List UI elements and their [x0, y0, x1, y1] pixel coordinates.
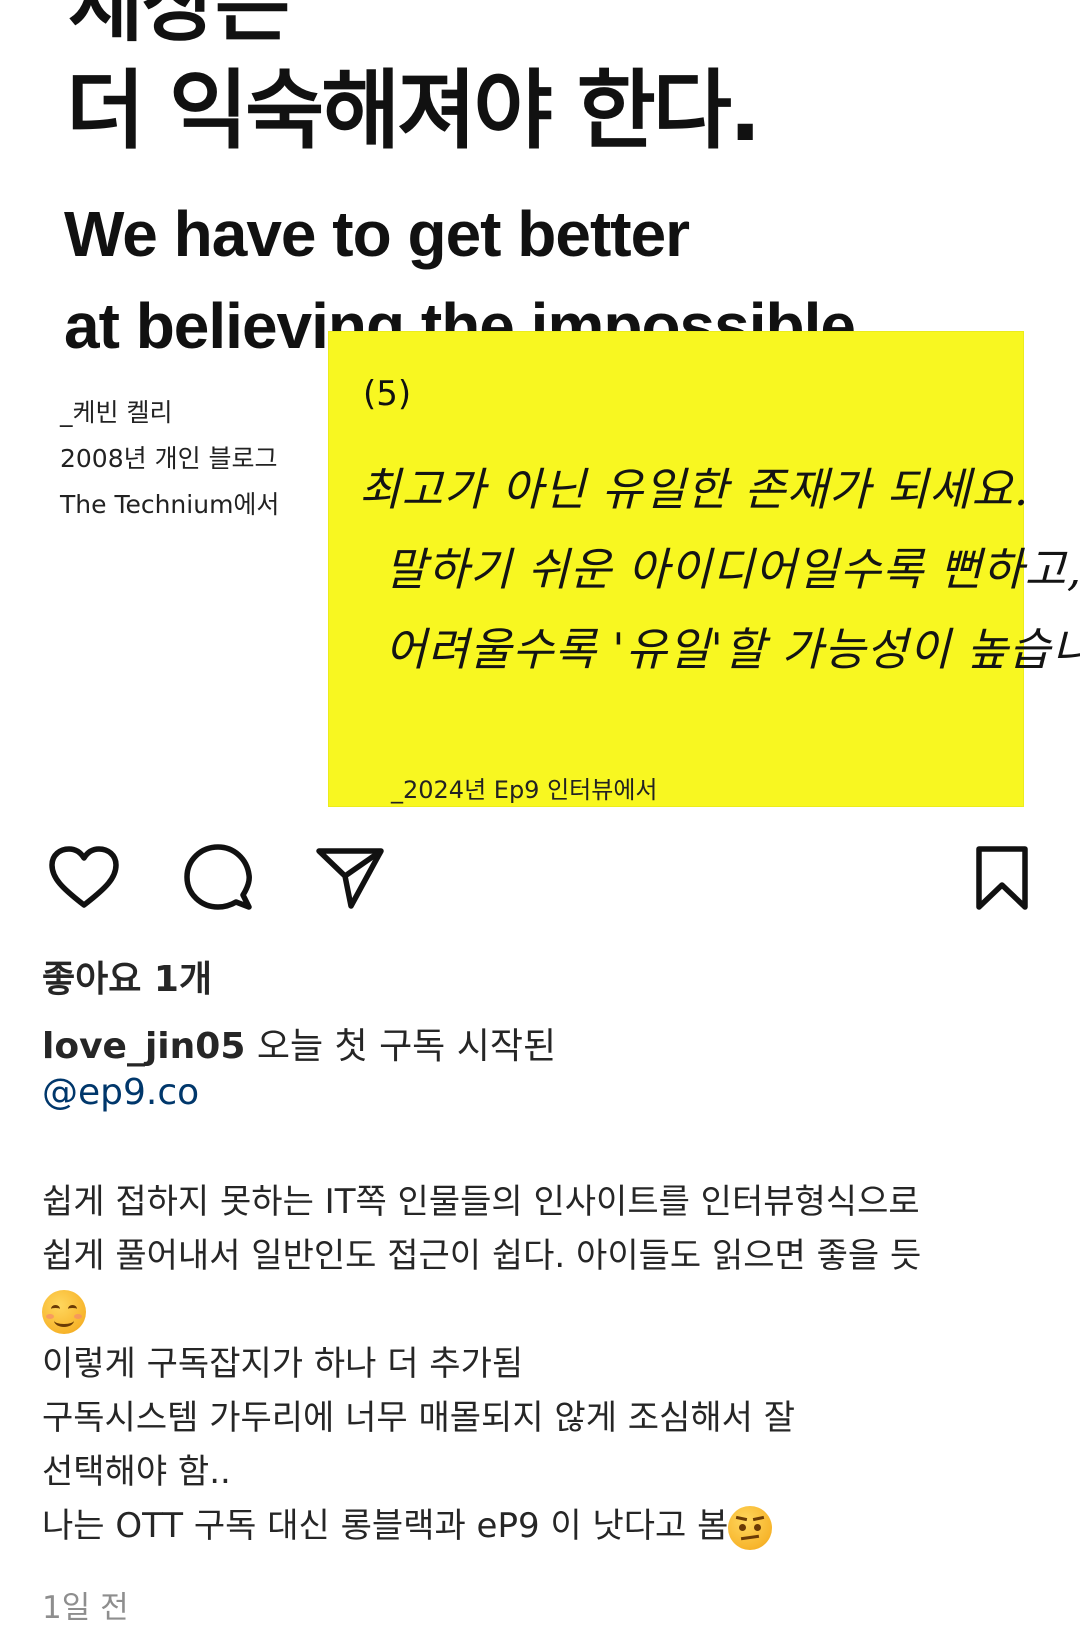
- sticky-note: (5) 최고가 아닌 유일한 존재가 되세요. 말하기 쉬운 아이디어일수록 뻔…: [329, 332, 1080, 806]
- bookmark-icon: [976, 846, 1028, 910]
- caption-mention-link[interactable]: @ep9.co: [42, 1072, 199, 1113]
- paper-plane-icon: [316, 848, 384, 909]
- caption-line-3: [42, 1283, 1052, 1337]
- caption-line-7-text: 나는 OTT 구독 대신 롱블랙과 eP9 이 낫다고 봄: [42, 1506, 729, 1546]
- credit-year: 2008년 개인 블로그: [60, 444, 278, 473]
- save-button[interactable]: [962, 838, 1042, 918]
- credit-author: _케빈 켈리: [60, 398, 173, 427]
- post-timestamp: 1일 전: [42, 1590, 129, 1626]
- caption-line-7: 나는 OTT 구독 대신 롱블랙과 eP9 이 낫다고 봄: [42, 1499, 1052, 1553]
- comment-button[interactable]: [178, 838, 258, 918]
- likes-count[interactable]: 좋아요 1개: [42, 950, 212, 1002]
- caption-title: 오늘 첫 구독 시작된: [245, 1026, 557, 1067]
- note-line-1: 최고가 아닌 유일한 존재가 되세요.: [359, 463, 1030, 516]
- headline-english-line-1: We have to get better: [64, 198, 690, 270]
- comment-bubble-icon: [184, 844, 252, 910]
- smiling-face-emoji-icon: [42, 1289, 86, 1334]
- caption-header: love_jin05 오늘 첫 구독 시작된: [42, 1017, 556, 1069]
- share-button[interactable]: [310, 838, 390, 918]
- caption-line-6: 선택해야 함..: [42, 1452, 231, 1492]
- caption-body: 쉽게 접하지 못하는 IT쪽 인물들의 인사이트를 인터뷰형식으로 쉽게 풀어내…: [42, 1175, 1052, 1553]
- heart-icon: [49, 846, 119, 908]
- credit-source: The Technium에서: [60, 490, 280, 519]
- note-line-2: 말하기 쉬운 아이디어일수록 뻔하고,: [385, 543, 1080, 596]
- caption-line-4: 이렇게 구독잡지가 하나 더 추가됨: [42, 1344, 524, 1384]
- caption-username[interactable]: love_jin05: [42, 1026, 245, 1067]
- headline-korean: 더 익숙해져야 한다.: [66, 61, 762, 161]
- quote-credit: _케빈 켈리 2008년 개인 블로그 The Technium에서: [60, 390, 279, 528]
- note-source: _2024년 Ep9 인터뷰에서: [391, 776, 658, 804]
- post-image[interactable]: 세상은 더 익숙해져야 한다. We have to get better at…: [0, 0, 1080, 830]
- note-number: (5): [363, 374, 412, 414]
- like-button[interactable]: [44, 838, 124, 918]
- caption-line-2: 쉽게 풀어내서 일반인도 접근이 쉽다. 아이들도 읽으면 좋을 듯: [42, 1236, 922, 1276]
- note-line-3: 어려울수록 '유일'할 가능성이 높습니다.: [385, 623, 1080, 676]
- note-handwriting: 최고가 아닌 유일한 존재가 되세요. 말하기 쉬운 아이디어일수록 뻔하고, …: [359, 450, 1080, 690]
- smirking-face-emoji-icon: [728, 1505, 773, 1550]
- caption-line-1: 쉽게 접하지 못하는 IT쪽 인물들의 인사이트를 인터뷰형식으로: [42, 1182, 920, 1222]
- post-action-bar: [0, 838, 1080, 928]
- caption-line-5: 구독시스템 가두리에 너무 매몰되지 않게 조심해서 잘: [42, 1398, 796, 1438]
